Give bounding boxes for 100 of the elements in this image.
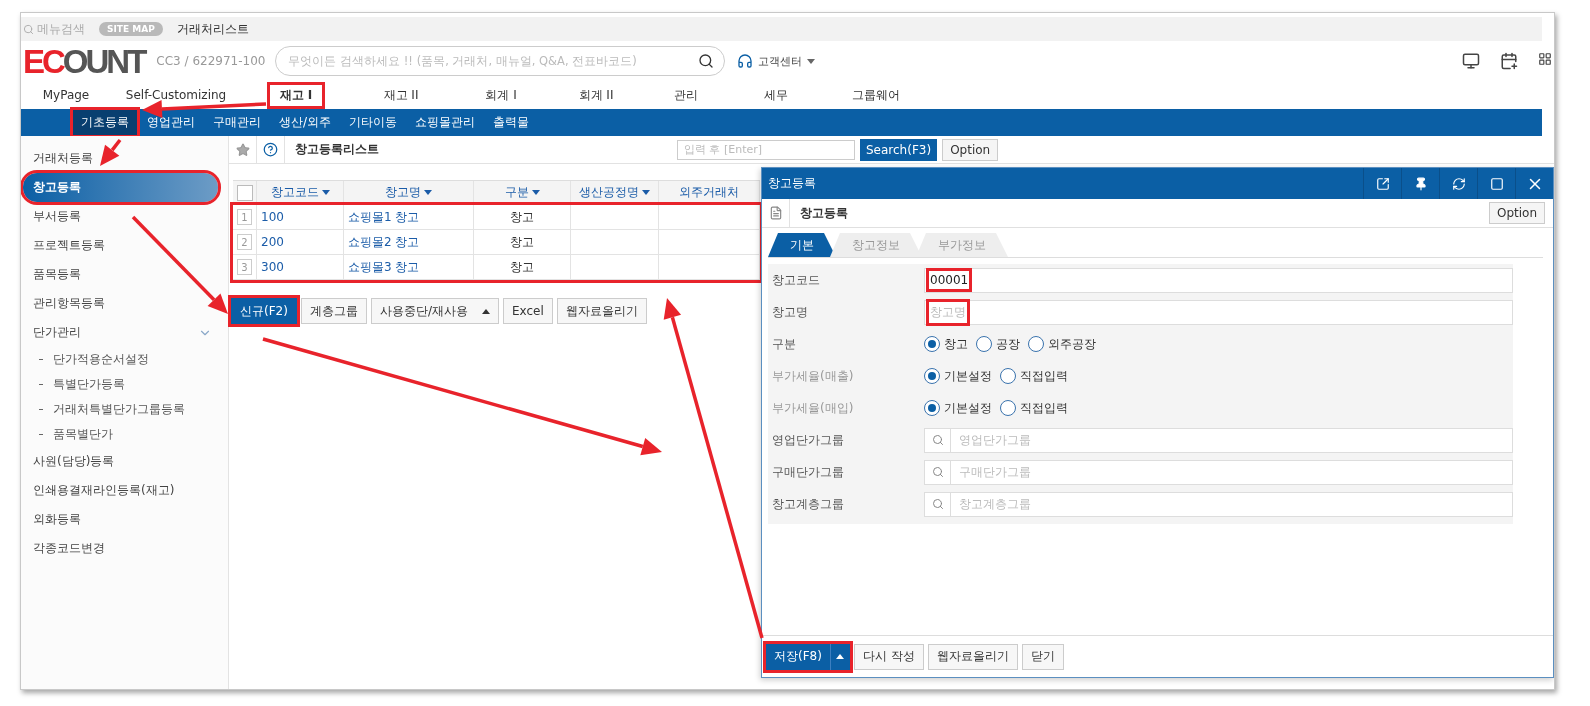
column-header[interactable]: 구분 [474, 181, 571, 204]
table-link[interactable]: 쇼핑몰3 창고 [344, 255, 474, 279]
dialog-title: 창고등록 [768, 175, 817, 192]
option-button[interactable]: Option [942, 138, 999, 161]
submenu-tab[interactable]: 구매관리 [205, 110, 269, 135]
sidebar-item[interactable]: 각종코드변경 [23, 534, 218, 563]
column-header[interactable]: 생산공정명 [571, 181, 659, 204]
sidebar-item[interactable]: 거래처특별단가그룹등록 [53, 401, 185, 418]
sort-caret-icon [531, 190, 540, 195]
sidebar-item[interactable]: 사원(담당)등록 [23, 447, 218, 476]
table-cell: 창고 [474, 255, 571, 279]
sidebar-item[interactable]: 거래처등록 [23, 144, 218, 173]
radio-option[interactable]: 직접입력 [1000, 367, 1068, 385]
sidebar-item[interactable]: 부서등록 [23, 202, 218, 231]
menu-tab[interactable]: MyPage [32, 86, 100, 104]
breadcrumb-link[interactable]: 거래처리스트 [176, 20, 249, 38]
sidebar-item[interactable]: 인쇄용결재라인등록(재고) [23, 476, 218, 505]
field-label: 영업단가그룹 [771, 431, 845, 449]
menu-tab[interactable]: 세무 [754, 84, 798, 106]
table-link[interactable]: 쇼핑몰2 창고 [344, 230, 474, 254]
field-label: 부가세율(매출) [771, 367, 855, 385]
row-number: 2 [237, 234, 252, 250]
field-label: 구매단가그룹 [771, 463, 845, 481]
field-label: 창고계층그룹 [771, 495, 845, 513]
sort-caret-icon [424, 190, 432, 195]
sort-caret-icon [642, 190, 650, 195]
dialog-heading: 창고등록 [800, 204, 849, 222]
toolbar-button[interactable]: Excel [502, 298, 553, 324]
toolbar-button[interactable]: 계층그룹 [300, 298, 367, 324]
row-number: 3 [237, 259, 252, 275]
new-button[interactable]: 신규(F2) [231, 298, 297, 324]
ecount-logo: ECOUNT [23, 44, 145, 78]
sidebar-item[interactable]: 외화등록 [23, 505, 218, 534]
radio-option[interactable]: 직접입력 [1000, 399, 1068, 417]
radio-option[interactable]: 외주공장 [1028, 335, 1096, 353]
field-label: 창고코드 [771, 271, 821, 289]
select-all-checkbox[interactable] [236, 184, 253, 201]
table-cell: 200 [257, 230, 344, 254]
company-code: CC3 / 622971-100 [156, 54, 266, 68]
menu-tab[interactable]: 회계 I [475, 84, 527, 106]
caret-icon [481, 308, 490, 314]
radio-option[interactable]: 창고 [924, 335, 968, 353]
sidebar-item[interactable]: 관리항목등록 [23, 289, 218, 318]
submenu-tab[interactable]: 기초등록 [73, 110, 137, 135]
sidebar-item[interactable]: 창고등록 [23, 173, 218, 202]
sidebar-item[interactable]: 단가적용순서설정 [53, 351, 149, 368]
field-placeholder: 창고명 [929, 301, 967, 323]
radio-option[interactable]: 공장 [976, 335, 1020, 353]
field-label: 창고명 [771, 303, 809, 321]
sidebar-item[interactable]: 특별단가등록 [53, 376, 125, 393]
option-button[interactable]: Option [1488, 202, 1545, 224]
column-header[interactable]: 창고코드 [257, 181, 344, 204]
radio-option[interactable]: 기본설정 [924, 367, 992, 385]
search-icon[interactable] [698, 53, 715, 69]
input-field[interactable]: 00001 [924, 267, 1513, 293]
sidebar-group[interactable]: 단가관리 [21, 318, 218, 347]
search-field[interactable]: 입력 후 [Enter] [677, 139, 855, 160]
search-button[interactable]: Search(F3) [860, 138, 938, 161]
menu-tab[interactable]: 재고 II [373, 84, 429, 106]
menu-tab[interactable]: 재고 I [269, 84, 323, 106]
field-value: 00001 [929, 271, 970, 289]
toolbar-button[interactable]: 닫기 [1021, 643, 1064, 670]
submenu-tab[interactable]: 생산/외주 [271, 110, 340, 135]
menu-tab[interactable]: 회계 II [568, 84, 624, 106]
row-number: 1 [237, 209, 252, 225]
calendar-plus-icon[interactable] [1500, 52, 1518, 70]
submenu-tab[interactable]: 영업관리 [139, 110, 203, 135]
sidebar-item[interactable]: 품목별단가 [53, 426, 113, 443]
save-button[interactable]: 저장(F8) [766, 643, 850, 670]
table-cell: 창고 [474, 205, 571, 229]
submenu-tab[interactable]: 출력물 [485, 110, 538, 135]
annotation-arrow [100, 138, 122, 166]
toolbar-button[interactable]: 웹자료올리기 [927, 643, 1018, 670]
field-label: 구분 [771, 335, 797, 353]
grid-icon[interactable] [1538, 52, 1552, 66]
field-label: 부가세율(매입) [771, 399, 855, 417]
table-cell: 300 [257, 255, 344, 279]
table-cell: 100 [257, 205, 344, 229]
sort-caret-icon [321, 190, 330, 195]
menu-tab[interactable]: 그룹웨어 [842, 84, 910, 106]
caret-icon [836, 654, 845, 659]
dropdown-button[interactable]: 사용중단/재사용 [370, 298, 499, 324]
sidebar-item[interactable]: 품목등록 [23, 260, 218, 289]
table-link[interactable]: 쇼핑몰1 창고 [344, 205, 474, 229]
column-header[interactable]: 외주거래처 [659, 181, 760, 204]
radio-option[interactable]: 기본설정 [924, 399, 992, 417]
submenu-tab[interactable]: 기타이동 [341, 110, 406, 135]
support-menu[interactable]: 고객센터 [737, 53, 816, 69]
menu-tab[interactable]: 관리 [664, 84, 708, 106]
headset-icon [737, 53, 754, 69]
toolbar-button[interactable]: 웹자료올리기 [556, 298, 647, 324]
toolbar-button[interactable]: 다시 작성 [853, 643, 924, 670]
menu-tab[interactable]: Self-Customizing [115, 86, 237, 104]
column-header[interactable]: 창고명 [344, 181, 474, 204]
monitor-icon[interactable] [1462, 52, 1480, 70]
submenu-tab[interactable]: 쇼핑몰관리 [407, 110, 484, 135]
sidebar-item[interactable]: 프로젝트등록 [23, 231, 218, 260]
caret-icon [807, 58, 816, 64]
table-cell: 창고 [474, 230, 571, 254]
list-title: 창고등록리스트 [295, 141, 380, 158]
